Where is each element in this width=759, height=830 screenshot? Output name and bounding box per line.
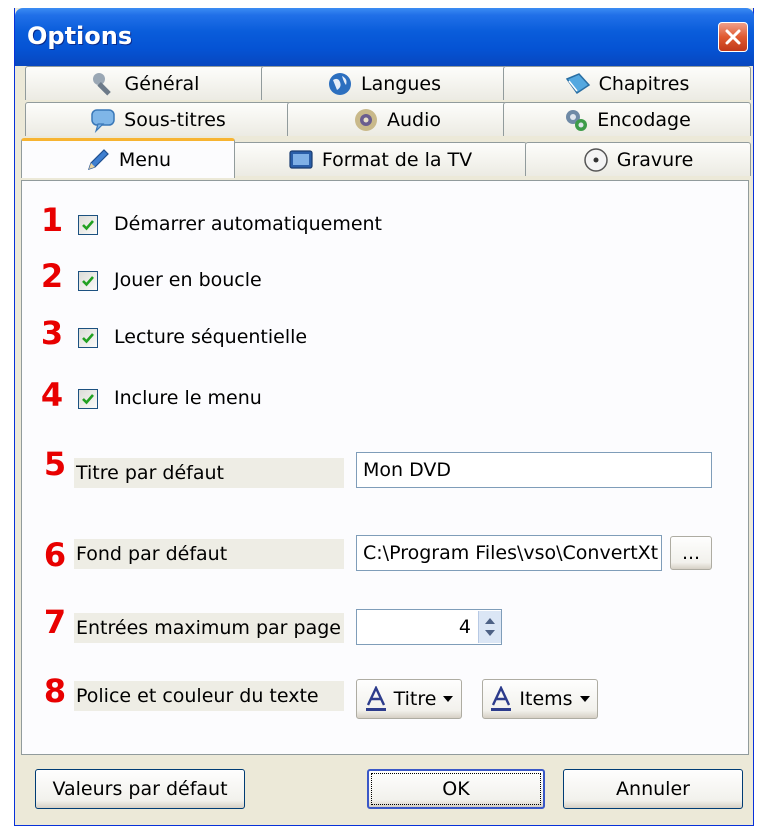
items-font-label: Items (519, 688, 573, 710)
tab-label: Format de la TV (321, 148, 473, 171)
include-menu-label: Inclure le menu (114, 387, 262, 409)
annotation-number: 5 (43, 445, 67, 483)
gears-icon (566, 109, 588, 131)
disc-icon (583, 147, 608, 172)
menu-tab-panel: 1 Démarrer automatiquement 2 Jouer en bo… (21, 180, 749, 755)
default-title-label: Titre par défaut (74, 458, 344, 488)
loop-label: Jouer en boucle (114, 269, 262, 291)
tab-label: Encodage (597, 108, 691, 131)
annotation-number: 2 (40, 257, 64, 295)
spinner-arrows[interactable] (478, 611, 501, 643)
tab-label: Gravure (616, 148, 694, 171)
include-menu-checkbox[interactable] (78, 389, 98, 409)
max-entries-label: Entrées maximum par page (74, 613, 344, 643)
tab-menu[interactable]: Menu (21, 138, 235, 178)
title-font-label: Titre (393, 688, 437, 710)
browse-button[interactable]: ... (670, 536, 712, 570)
window-title: Options (27, 22, 133, 50)
font-color-label: Police et couleur du texte (74, 681, 344, 711)
annotation-number: 3 (40, 314, 64, 352)
close-button[interactable] (718, 22, 748, 52)
title-bar: Options (15, 8, 754, 66)
wrench-icon (92, 72, 111, 95)
tv-icon (289, 149, 313, 169)
tab-audio[interactable]: Audio (287, 102, 507, 136)
pencil-icon (87, 148, 109, 170)
speech-bubble-icon (91, 108, 115, 133)
items-font-button[interactable]: Items (482, 679, 598, 719)
dropdown-arrow-icon (579, 696, 590, 702)
close-icon (725, 29, 741, 45)
tab-label: Chapitres (598, 72, 690, 95)
tab-sous-titres[interactable]: Sous-titres (25, 102, 291, 136)
autostart-label: Démarrer automatiquement (114, 213, 383, 235)
speaker-icon (354, 108, 377, 131)
spinner-up-down-icon (485, 618, 495, 636)
loop-checkbox[interactable] (78, 271, 98, 291)
annotation-number: 6 (43, 536, 67, 574)
annotation-number: 4 (40, 376, 64, 414)
tab-general[interactable]: Général (25, 66, 265, 100)
title-font-button[interactable]: Titre (356, 679, 462, 719)
checkmark-icon (82, 333, 94, 344)
tab-chapitres[interactable]: Chapitres (503, 66, 751, 100)
default-background-label: Fond par défaut (74, 539, 344, 569)
annotation-number: 8 (43, 672, 67, 710)
globe-icon (329, 72, 352, 95)
default-title-input[interactable]: Mon DVD (356, 452, 712, 488)
sequential-label: Lecture séquentielle (114, 326, 308, 348)
checkmark-icon (82, 220, 94, 231)
font-color-icon (491, 686, 512, 711)
book-icon (565, 72, 590, 94)
tab-label: Langues (361, 72, 441, 95)
tab-label: Sous-titres (124, 108, 226, 131)
tab-gravure[interactable]: Gravure (525, 142, 751, 176)
options-dialog: Options Général Langues Chapitres Sous-t… (14, 8, 754, 826)
tab-label: Audio (386, 108, 441, 131)
annotation-number: 1 (40, 201, 64, 239)
checkmark-icon (82, 276, 94, 287)
tab-encodage[interactable]: Encodage (503, 102, 751, 136)
dropdown-arrow-icon (443, 696, 454, 702)
cancel-button[interactable]: Annuler (563, 769, 743, 809)
font-color-icon (365, 686, 386, 711)
tab-label: Général (124, 72, 200, 95)
ok-button[interactable]: OK (367, 769, 545, 809)
sequential-checkbox[interactable] (78, 328, 98, 348)
checkmark-icon (82, 394, 94, 405)
defaults-button[interactable]: Valeurs par défaut (35, 769, 245, 809)
tab-label: Menu (118, 148, 172, 171)
default-background-input[interactable]: C:\Program Files\vso\ConvertXt (356, 535, 662, 571)
annotation-number: 7 (43, 603, 67, 641)
tab-format-tv[interactable]: Format de la TV (233, 142, 527, 176)
tab-langues[interactable]: Langues (261, 66, 507, 100)
autostart-checkbox[interactable] (78, 215, 98, 235)
